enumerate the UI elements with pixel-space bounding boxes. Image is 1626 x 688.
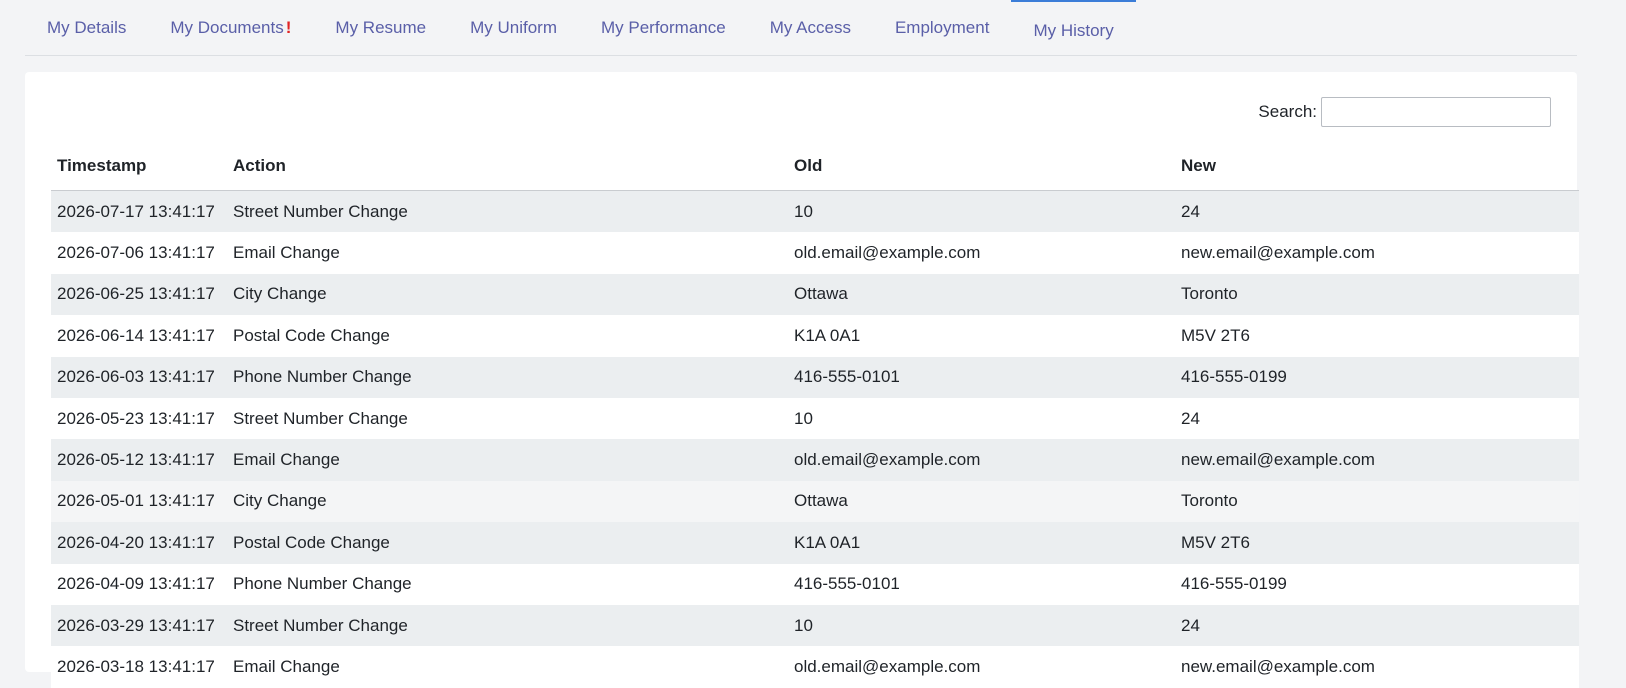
action-cell: Postal Code Change bbox=[233, 532, 390, 552]
timestamp-cell: 2026-05-01 13:41:17 bbox=[57, 491, 215, 511]
table-row: 2026-05-12 13:41:17 Email Change old.email… bbox=[51, 439, 1579, 481]
table-row: 2026-04-20 13:41:17 Postal Code Change K1A… bbox=[51, 522, 1579, 564]
old-value-cell: old.email@example.com bbox=[794, 450, 981, 470]
new-value-cell: new.email@example.com bbox=[1181, 450, 1375, 470]
action-cell: Street Number Change bbox=[233, 615, 408, 635]
timestamp-cell: 2026-05-12 13:41:17 bbox=[57, 450, 215, 470]
tab-my-uniform[interactable]: My Uniform bbox=[448, 0, 579, 55]
history-table: Timestamp Action Old New 2026-07-17 13:4… bbox=[51, 142, 1579, 688]
tab-my-access[interactable]: My Access bbox=[748, 0, 873, 55]
old-value-cell: 416-555-0101 bbox=[794, 367, 900, 387]
action-cell: Email Change bbox=[233, 243, 340, 263]
timestamp-cell: 2026-05-23 13:41:17 bbox=[57, 408, 215, 428]
action-cell: Postal Code Change bbox=[233, 325, 390, 345]
timestamp-cell: 2026-06-03 13:41:17 bbox=[57, 367, 215, 387]
new-value-cell: new.email@example.com bbox=[1181, 656, 1375, 676]
new-value-cell: 24 bbox=[1181, 615, 1200, 635]
old-value-cell: 10 bbox=[794, 408, 813, 428]
action-cell: City Change bbox=[233, 284, 327, 304]
table-row: 2026-05-23 13:41:17 Street Number Change 1… bbox=[51, 397, 1579, 440]
table-body: 2026-07-17 13:41:17 Street Number Change 1… bbox=[51, 190, 1579, 688]
table-row: 2026-07-17 13:41:17 Street Number Change 1… bbox=[51, 190, 1579, 233]
action-cell: Phone Number Change bbox=[233, 367, 412, 387]
old-value-cell: Ottawa bbox=[794, 491, 848, 511]
old-value-cell: old.email@example.com bbox=[794, 243, 981, 263]
action-cell: Street Number Change bbox=[233, 201, 408, 221]
timestamp-cell: 2026-07-06 13:41:17 bbox=[57, 243, 215, 263]
new-value-cell: 416-555-0199 bbox=[1181, 574, 1287, 594]
table-header-row: Timestamp Action Old New bbox=[51, 142, 1579, 191]
tab-my-performance[interactable]: My Performance bbox=[579, 0, 748, 55]
tab-label: My Documents bbox=[170, 17, 284, 37]
column-header-new[interactable]: New bbox=[1175, 142, 1579, 191]
new-value-cell: M5V 2T6 bbox=[1181, 325, 1250, 345]
tab-my-history[interactable]: My History bbox=[1011, 0, 1136, 55]
old-value-cell: 416-555-0101 bbox=[794, 574, 900, 594]
old-value-cell: 10 bbox=[794, 615, 813, 635]
column-header-old[interactable]: Old bbox=[788, 142, 1175, 191]
old-value-cell: old.email@example.com bbox=[794, 656, 981, 676]
search-box: Search: bbox=[1258, 97, 1551, 127]
action-cell: Phone Number Change bbox=[233, 574, 412, 594]
table-row: 2026-06-03 13:41:17 Phone Number Change 41… bbox=[51, 356, 1579, 398]
old-value-cell: Ottawa bbox=[794, 284, 848, 304]
action-cell: Email Change bbox=[233, 450, 340, 470]
timestamp-cell: 2026-04-20 13:41:17 bbox=[57, 532, 215, 552]
new-value-cell: M5V 2T6 bbox=[1181, 532, 1250, 552]
new-value-cell: 24 bbox=[1181, 201, 1200, 221]
new-value-cell: new.email@example.com bbox=[1181, 243, 1375, 263]
timestamp-cell: 2026-06-25 13:41:17 bbox=[57, 284, 215, 304]
table-row: 2026-03-18 13:41:17 Email Change old.email… bbox=[51, 646, 1579, 688]
tab-employment[interactable]: Employment bbox=[873, 0, 1011, 55]
timestamp-cell: 2026-04-09 13:41:17 bbox=[57, 574, 215, 594]
tab-my-resume[interactable]: My Resume bbox=[313, 0, 448, 55]
new-value-cell: Toronto bbox=[1181, 491, 1238, 511]
old-value-cell: K1A 0A1 bbox=[794, 532, 861, 552]
action-cell: City Change bbox=[233, 491, 327, 511]
timestamp-cell: 2026-06-14 13:41:17 bbox=[57, 325, 215, 345]
search-label: Search: bbox=[1258, 102, 1317, 121]
table-row: 2026-06-25 13:41:17 City Change Ottawa Toro… bbox=[51, 273, 1579, 316]
table-row: 2026-06-14 13:41:17 Postal Code Change K1A… bbox=[51, 315, 1579, 357]
old-value-cell: K1A 0A1 bbox=[794, 325, 861, 345]
search-input[interactable] bbox=[1321, 97, 1551, 127]
timestamp-cell: 2026-07-17 13:41:17 bbox=[57, 201, 215, 221]
action-cell: Email Change bbox=[233, 656, 340, 676]
new-value-cell: 24 bbox=[1181, 408, 1200, 428]
table-row: 2026-03-29 13:41:17 Street Number Change 1… bbox=[51, 604, 1579, 647]
timestamp-cell: 2026-03-18 13:41:17 bbox=[57, 656, 215, 676]
old-value-cell: 10 bbox=[794, 201, 813, 221]
table-row: 2026-04-09 13:41:17 Phone Number Change 41… bbox=[51, 563, 1579, 605]
tab-my-details[interactable]: My Details bbox=[25, 0, 148, 55]
new-value-cell: 416-555-0199 bbox=[1181, 367, 1287, 387]
timestamp-cell: 2026-03-29 13:41:17 bbox=[57, 615, 215, 635]
column-header-timestamp[interactable]: Timestamp bbox=[51, 142, 227, 191]
tab-my-documents[interactable]: My Documents! bbox=[148, 0, 313, 55]
tab-bar: My Details My Documents! My Resume My Un… bbox=[25, 0, 1577, 56]
table-row: 2026-07-06 13:41:17 Email Change old.email… bbox=[51, 232, 1579, 274]
new-value-cell: Toronto bbox=[1181, 284, 1238, 304]
table-row: 2026-05-01 13:41:17 City Change Ottawa Toro… bbox=[51, 480, 1579, 523]
column-header-action[interactable]: Action bbox=[227, 142, 788, 191]
alert-indicator: ! bbox=[285, 17, 292, 37]
action-cell: Street Number Change bbox=[233, 408, 408, 428]
history-panel: Search: Timestamp Action Old New 2026-07… bbox=[25, 72, 1579, 688]
